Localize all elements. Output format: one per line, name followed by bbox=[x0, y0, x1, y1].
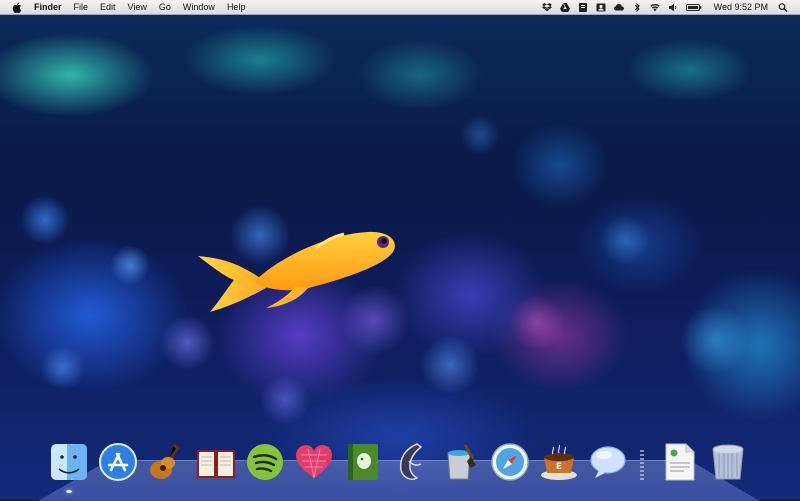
menu-help[interactable]: Help bbox=[221, 0, 252, 14]
safari-icon bbox=[489, 441, 531, 483]
menu-bar-left: Finder File Edit View Go Window Help bbox=[0, 0, 251, 14]
menu-clock[interactable]: Wed 9:52 PM bbox=[714, 2, 768, 12]
bokeh-bubble bbox=[40, 345, 85, 390]
dock-garageband[interactable] bbox=[146, 441, 188, 487]
bokeh-bubble bbox=[20, 195, 70, 245]
menu-go[interactable]: Go bbox=[153, 0, 177, 14]
dock-dashcode[interactable] bbox=[391, 441, 433, 487]
bokeh-bubble bbox=[680, 305, 750, 375]
bokeh-bubble bbox=[110, 245, 150, 285]
finder-icon bbox=[48, 441, 90, 483]
dock-heart-app[interactable] bbox=[293, 441, 335, 487]
volume-icon[interactable] bbox=[668, 3, 678, 12]
dock-separator bbox=[636, 441, 648, 487]
app-store-icon bbox=[97, 441, 139, 483]
bokeh-bubble bbox=[510, 295, 565, 350]
apple-menu-icon[interactable] bbox=[12, 2, 22, 13]
dock-trash[interactable] bbox=[707, 441, 749, 487]
menu-app-name[interactable]: Finder bbox=[30, 0, 68, 14]
spotify-icon bbox=[244, 441, 286, 483]
dashcode-icon bbox=[391, 441, 433, 483]
dock-messages[interactable] bbox=[587, 441, 629, 487]
menu-view[interactable]: View bbox=[122, 0, 153, 14]
menu-edit[interactable]: Edit bbox=[94, 0, 122, 14]
bokeh-bubble bbox=[260, 375, 310, 425]
coffee-cup-icon: E bbox=[538, 441, 580, 483]
spotlight-icon[interactable] bbox=[778, 3, 788, 12]
dock-evernote[interactable] bbox=[342, 441, 384, 487]
contacts-icon[interactable] bbox=[596, 3, 606, 12]
bokeh-bubble bbox=[160, 315, 215, 370]
dock-spotify[interactable] bbox=[244, 441, 286, 487]
messages-icon bbox=[587, 441, 629, 483]
menu-window[interactable]: Window bbox=[177, 0, 221, 14]
evernote-icon bbox=[342, 441, 384, 483]
cloud-icon[interactable] bbox=[614, 3, 624, 12]
bokeh-bubble bbox=[600, 215, 650, 265]
dock-paint-bucket[interactable] bbox=[440, 441, 482, 487]
menu-extras: Wed 9:52 PM bbox=[538, 0, 800, 14]
paint-bucket-icon bbox=[440, 441, 482, 483]
menu-file[interactable]: File bbox=[68, 0, 95, 14]
bokeh-bubble bbox=[460, 115, 500, 155]
dropbox-icon[interactable] bbox=[542, 3, 552, 12]
desktop-wallpaper bbox=[0, 15, 800, 500]
wifi-icon[interactable] bbox=[650, 3, 660, 12]
heart-app-icon bbox=[293, 441, 335, 483]
svg-text:E: E bbox=[556, 462, 562, 472]
dock-safari[interactable] bbox=[489, 441, 531, 487]
google-drive-icon[interactable] bbox=[560, 3, 570, 12]
dock-coffee-cup[interactable]: E bbox=[538, 441, 580, 487]
running-indicator bbox=[66, 490, 72, 493]
battery-icon[interactable] bbox=[686, 3, 702, 12]
goldfish-icon bbox=[196, 220, 401, 320]
dock-dictionary[interactable] bbox=[195, 441, 237, 487]
document-icon bbox=[658, 441, 700, 483]
dock-finder[interactable] bbox=[48, 441, 90, 487]
dictionary-icon bbox=[195, 441, 237, 483]
evernote-icon[interactable] bbox=[578, 3, 588, 12]
garageband-icon bbox=[146, 441, 188, 483]
bluetooth-icon[interactable] bbox=[632, 3, 642, 12]
menu-bar: Finder File Edit View Go Window Help Wed… bbox=[0, 0, 800, 15]
trash-icon bbox=[707, 441, 749, 483]
bokeh-bubble bbox=[420, 335, 480, 395]
dock: E bbox=[48, 437, 756, 487]
dock-app-store[interactable] bbox=[97, 441, 139, 487]
dock-document[interactable] bbox=[658, 441, 700, 487]
